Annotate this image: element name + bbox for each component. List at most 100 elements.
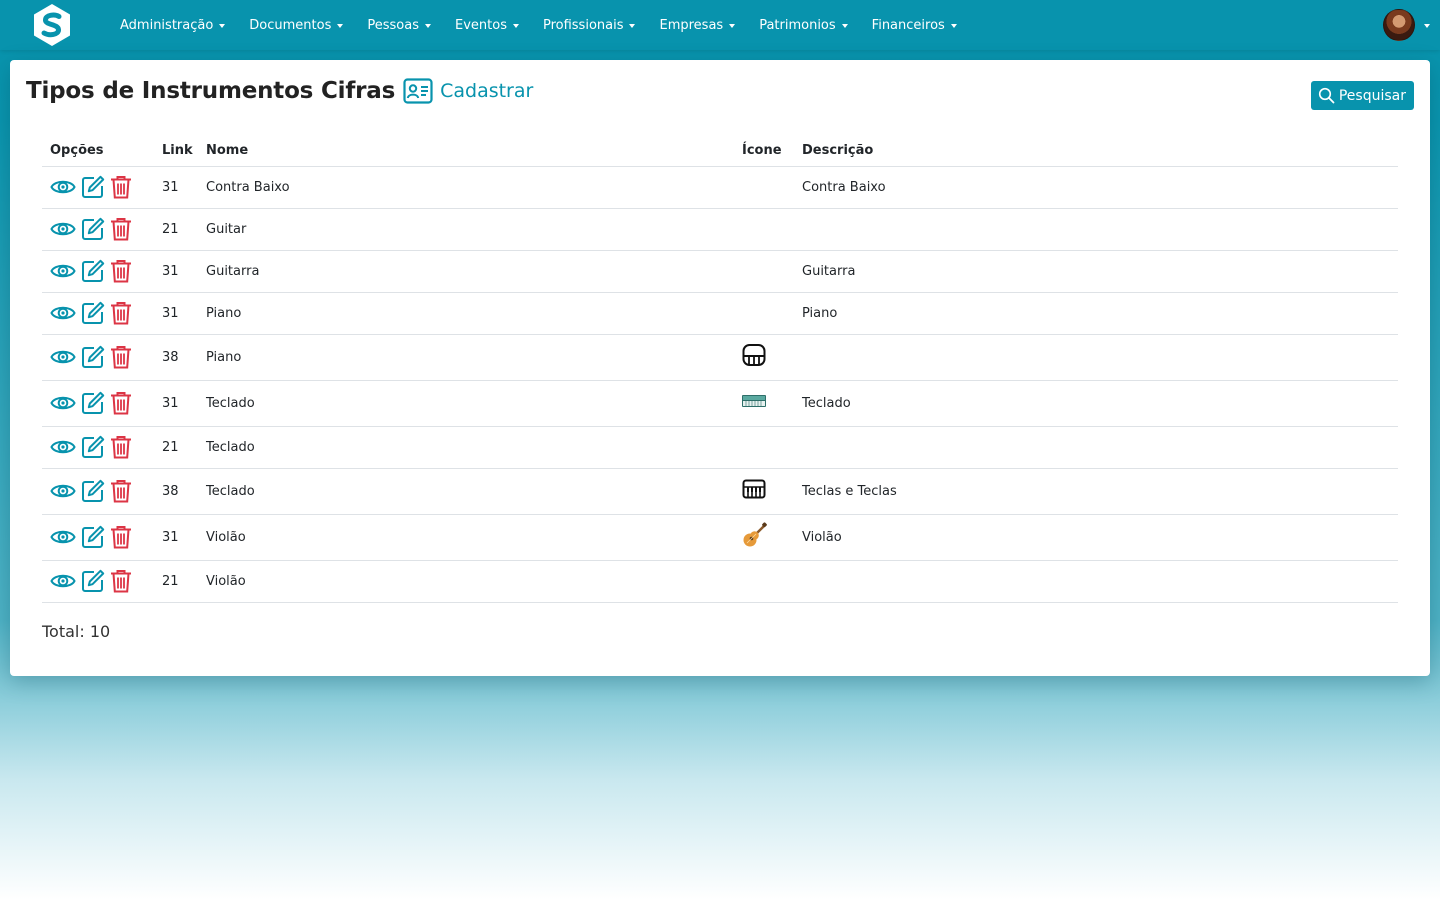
edit-icon[interactable] <box>81 479 105 503</box>
table-row: 21 Teclado <box>42 426 1398 469</box>
delete-icon[interactable] <box>110 391 132 415</box>
edit-icon[interactable] <box>81 391 105 415</box>
search-button[interactable]: Pesquisar <box>1310 81 1414 110</box>
caret-down-icon <box>512 24 519 28</box>
row-description <box>802 334 1398 381</box>
delete-icon[interactable] <box>110 217 132 241</box>
row-description: Piano <box>802 292 1398 335</box>
delete-icon[interactable] <box>110 479 132 503</box>
row-icon <box>742 208 802 251</box>
view-icon[interactable] <box>50 437 76 457</box>
edit-icon[interactable] <box>81 569 105 593</box>
header-name: Nome <box>206 136 742 167</box>
caret-down-icon <box>841 24 848 28</box>
table-row: 21 Violão <box>42 560 1398 603</box>
row-link: 31 <box>162 292 206 335</box>
edit-icon[interactable] <box>81 259 105 283</box>
title-row: Tipos de Instrumentos Cifras Cadastrar <box>26 76 533 106</box>
view-icon[interactable] <box>50 261 76 281</box>
row-description <box>802 560 1398 603</box>
caret-down-icon <box>729 24 736 28</box>
table-row: 31 Violão Violão <box>42 514 1398 561</box>
top-navbar: Administração Documentos Pessoas Eventos… <box>0 0 1440 50</box>
register-link[interactable]: Cadastrar <box>403 78 533 104</box>
row-options <box>42 426 162 469</box>
delete-icon[interactable] <box>110 259 132 283</box>
edit-icon[interactable] <box>81 345 105 369</box>
row-name: Teclado <box>206 468 742 515</box>
row-icon <box>742 426 802 469</box>
keyboard-image-icon <box>742 395 766 407</box>
nav-item-pessoas[interactable]: Pessoas <box>355 18 443 33</box>
nav-item-documentos[interactable]: Documentos <box>237 18 355 33</box>
edit-icon[interactable] <box>81 435 105 459</box>
nav-item-empresas[interactable]: Empresas <box>647 18 747 33</box>
content-card: Tipos de Instrumentos Cifras Cadastrar P… <box>10 60 1430 676</box>
row-options <box>42 514 162 561</box>
row-options <box>42 166 162 209</box>
edit-icon[interactable] <box>81 217 105 241</box>
page-title: Tipos de Instrumentos Cifras <box>26 78 396 104</box>
instrument-types-table: Opções Link Nome Ícone Descrição 31 Contr… <box>42 136 1398 603</box>
row-link: 38 <box>162 468 206 515</box>
user-menu[interactable] <box>1383 8 1430 42</box>
header-options: Opções <box>42 136 162 167</box>
row-description: Contra Baixo <box>802 166 1398 209</box>
row-link: 21 <box>162 560 206 603</box>
header-link: Link <box>162 136 206 167</box>
edit-icon[interactable] <box>81 301 105 325</box>
search-icon <box>1318 87 1335 104</box>
row-description <box>802 208 1398 251</box>
delete-icon[interactable] <box>110 345 132 369</box>
caret-down-icon <box>950 24 957 28</box>
row-description: Guitarra <box>802 250 1398 293</box>
view-icon[interactable] <box>50 177 76 197</box>
table-header-row: Opções Link Nome Ícone Descrição <box>42 136 1398 167</box>
caret-down-icon <box>1424 24 1430 28</box>
nav-item-administracao[interactable]: Administração <box>108 18 237 33</box>
row-link: 21 <box>162 426 206 469</box>
view-icon[interactable] <box>50 219 76 239</box>
nav-item-patrimonios[interactable]: Patrimonios <box>747 18 859 33</box>
table-row: 31 Contra Baixo Contra Baixo <box>42 166 1398 209</box>
view-icon[interactable] <box>50 303 76 323</box>
view-icon[interactable] <box>50 481 76 501</box>
row-options <box>42 468 162 515</box>
row-icon <box>742 380 802 427</box>
view-icon[interactable] <box>50 347 76 367</box>
nav-item-profissionais[interactable]: Profissionais <box>531 18 648 33</box>
row-name: Guitar <box>206 208 742 251</box>
row-icon <box>742 250 802 293</box>
delete-icon[interactable] <box>110 435 132 459</box>
row-description: Teclado <box>802 380 1398 427</box>
view-icon[interactable] <box>50 393 76 413</box>
row-icon <box>742 166 802 209</box>
edit-icon[interactable] <box>81 175 105 199</box>
delete-icon[interactable] <box>110 525 132 549</box>
delete-icon[interactable] <box>110 175 132 199</box>
delete-icon[interactable] <box>110 301 132 325</box>
row-options <box>42 334 162 381</box>
nav-item-eventos[interactable]: Eventos <box>443 18 531 33</box>
row-options <box>42 250 162 293</box>
id-card-icon <box>403 78 433 104</box>
brand-logo[interactable] <box>30 3 74 47</box>
row-name: Piano <box>206 334 742 381</box>
table-row: 31 Teclado Teclado <box>42 380 1398 427</box>
row-icon <box>742 468 802 515</box>
view-icon[interactable] <box>50 571 76 591</box>
table-row: 21 Guitar <box>42 208 1398 251</box>
header-icon: Ícone <box>742 136 802 167</box>
table-row: 31 Piano Piano <box>42 292 1398 335</box>
row-name: Violão <box>206 560 742 603</box>
view-icon[interactable] <box>50 527 76 547</box>
nav-item-financeiros[interactable]: Financeiros <box>860 18 969 33</box>
row-description <box>802 426 1398 469</box>
row-link: 21 <box>162 208 206 251</box>
delete-icon[interactable] <box>110 569 132 593</box>
edit-icon[interactable] <box>81 525 105 549</box>
row-link: 31 <box>162 514 206 561</box>
avatar <box>1383 9 1415 41</box>
keyboard-icon <box>742 479 766 499</box>
main-menu: Administração Documentos Pessoas Eventos… <box>108 0 969 50</box>
